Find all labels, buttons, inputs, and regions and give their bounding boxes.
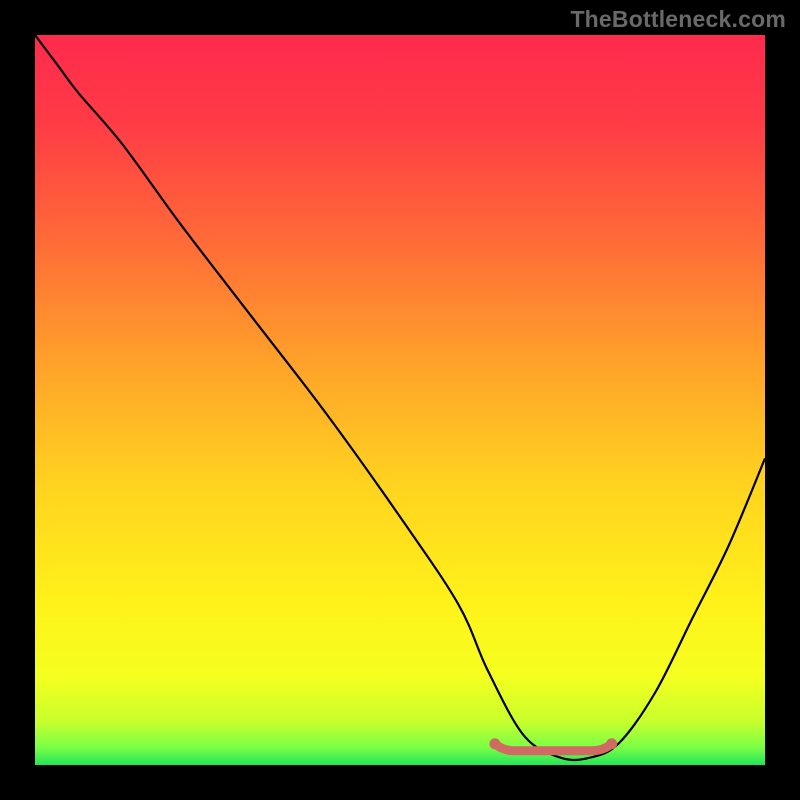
optimal-range-end-dot (606, 738, 617, 749)
chart-frame (35, 35, 765, 765)
watermark-text: TheBottleneck.com (570, 6, 786, 33)
bottleneck-chart (35, 35, 765, 765)
gradient-background (35, 35, 765, 765)
optimal-range-start-dot (489, 738, 500, 749)
